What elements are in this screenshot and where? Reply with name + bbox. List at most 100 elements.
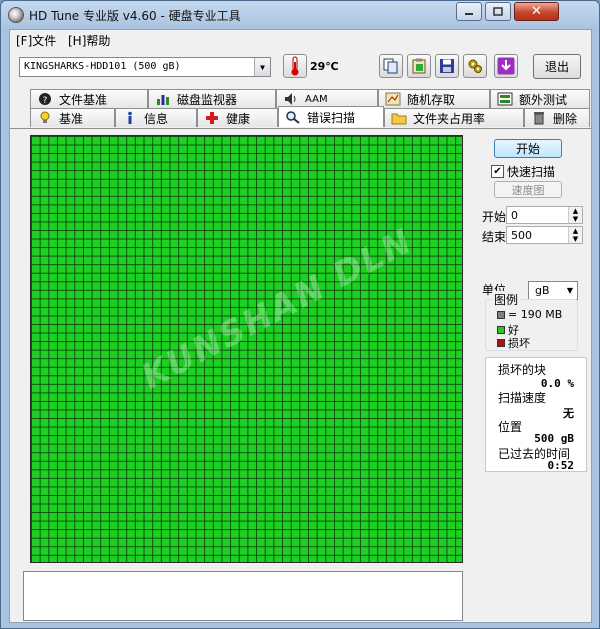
tab-label: 删除: [553, 111, 578, 126]
client-area: [F]文件 [H]帮助 KINGSHARKS-HDD101 (500 gB) ▼…: [9, 29, 592, 623]
tab-label: 文件基准: [59, 92, 108, 107]
hdtune-logo-icon: [8, 7, 24, 23]
download-arrow-icon: [497, 57, 515, 75]
spin-arrows-icon[interactable]: ▲ ▼: [568, 227, 582, 243]
start-input[interactable]: 0 ▲ ▼: [506, 206, 583, 224]
tab-benchmark[interactable]: 基准: [30, 108, 115, 127]
file-benchmark-icon: ?: [39, 93, 51, 106]
menu-file[interactable]: [F]文件: [16, 32, 56, 49]
scan-log-box[interactable]: [23, 571, 463, 621]
window-title: HD Tune 专业版 v4.60 - 硬盘专业工具: [29, 9, 241, 23]
watermark-text: KUNSHAN DLN: [135, 220, 420, 398]
quick-scan-option[interactable]: ✔ 快速扫描: [491, 163, 555, 180]
elapsed-time-value: 0:52: [547, 459, 575, 472]
close-icon: ✕: [531, 4, 542, 19]
chevron-down-icon[interactable]: ▼: [563, 282, 577, 299]
tab-error-scan[interactable]: 错误扫描: [278, 106, 384, 127]
scan-stats-box: 损坏的块 0.0 % 扫描速度 无 位置 500 gB 已过去的时间 0:52: [485, 357, 587, 472]
legend-block-size: = 190 MB: [497, 308, 562, 321]
chevron-down-icon[interactable]: ▼: [254, 58, 270, 76]
spin-arrows-icon[interactable]: ▲ ▼: [568, 207, 582, 223]
copy-icon: [383, 58, 398, 74]
bar-chart-icon: [157, 95, 169, 105]
position-label: 位置: [498, 420, 523, 434]
scan-speed-value: 无: [563, 407, 574, 420]
temperature-button[interactable]: [283, 54, 307, 78]
floppy-disk-icon: [440, 59, 454, 73]
quick-scan-checkbox[interactable]: ✔: [491, 165, 504, 178]
options-button[interactable]: [463, 54, 487, 78]
tab-label: 文件夹占用率: [413, 111, 486, 126]
tab-label: 额外测试: [519, 92, 568, 107]
info-icon: [128, 111, 132, 124]
menu-bar: [F]文件 [H]帮助: [10, 30, 591, 49]
tab-health[interactable]: 健康: [197, 108, 278, 127]
random-access-icon: [385, 92, 401, 106]
end-label: 结束: [482, 230, 507, 244]
tab-info[interactable]: 信息: [115, 108, 197, 127]
menu-help[interactable]: [H]帮助: [68, 32, 110, 49]
damaged-blocks-label: 损坏的块: [498, 363, 547, 377]
download-button[interactable]: [494, 54, 518, 78]
trash-bin-icon: [534, 112, 544, 125]
red-swatch-icon: [497, 339, 505, 347]
tab-label: 随机存取: [407, 92, 456, 107]
position-value: 500 gB: [534, 432, 574, 445]
tab-strip: ? 文件基准 磁盘监视器 AAM 随机存取 额外测试 基准 信息 健康 错误扫描…: [10, 88, 591, 128]
gray-swatch-icon: [497, 310, 505, 319]
unit-select-value: gB: [535, 284, 550, 297]
tab-label: 基准: [59, 111, 84, 126]
clipboard-icon: [412, 58, 426, 74]
drive-select-value: KINGSHARKS-HDD101 (500 gB): [24, 61, 181, 72]
tab-disk-monitor[interactable]: 磁盘监视器: [148, 89, 276, 108]
quick-scan-label: 快速扫描: [507, 165, 556, 179]
error-scan-panel: KUNSHAN DLN 开始 ✔ 快速扫描 速度图 开始 0 ▲ ▼ 结束 500…: [10, 128, 591, 622]
start-label: 开始: [482, 210, 507, 224]
tab-random-access[interactable]: 随机存取: [378, 89, 490, 108]
temperature-value: 29℃: [310, 60, 339, 73]
health-cross-icon: [206, 112, 218, 124]
tab-label: 健康: [226, 111, 251, 126]
unit-select[interactable]: gB ▼: [528, 281, 578, 300]
minimize-button[interactable]: [456, 2, 482, 21]
green-swatch-icon: [497, 326, 505, 334]
end-input-value: 500: [511, 229, 532, 242]
start-scan-button[interactable]: 开始: [494, 139, 562, 158]
title-bar[interactable]: HD Tune 专业版 v4.60 - 硬盘专业工具 ✕: [1, 1, 599, 29]
tab-erase[interactable]: 删除: [524, 108, 590, 127]
speed-map-button[interactable]: 速度图: [494, 181, 562, 198]
thermometer-icon: [291, 56, 299, 76]
exit-button[interactable]: 退出: [533, 54, 581, 79]
minimize-icon: [465, 12, 473, 15]
start-input-value: 0: [511, 209, 518, 222]
speaker-icon: [285, 93, 296, 105]
tab-label: AAM: [305, 93, 328, 105]
save-button[interactable]: [435, 54, 459, 78]
close-button[interactable]: ✕: [514, 2, 559, 21]
svg-text:?: ?: [43, 96, 48, 106]
legend-box: 图例 = 190 MB 好 损坏: [485, 291, 578, 351]
tab-label: 磁盘监视器: [177, 92, 238, 107]
legend-bad: 损坏: [497, 335, 530, 351]
app-window: HD Tune 专业版 v4.60 - 硬盘专业工具 ✕ [F]文件 [H]帮助…: [0, 0, 600, 629]
legend-title: 图例: [492, 291, 521, 308]
drive-select[interactable]: KINGSHARKS-HDD101 (500 gB) ▼: [19, 57, 271, 77]
tab-label: 信息: [144, 111, 169, 126]
magnifier-icon: [286, 111, 300, 124]
legend-bad-text: 损坏: [508, 337, 530, 350]
copy-text-button[interactable]: [379, 54, 403, 78]
tab-file-benchmark[interactable]: ? 文件基准: [30, 89, 148, 108]
maximize-icon: [493, 6, 503, 16]
lightbulb-icon: [40, 111, 50, 123]
legend-block-size-text: = 190 MB: [508, 308, 563, 321]
maximize-button[interactable]: [485, 2, 511, 21]
tab-extra-tests[interactable]: 额外测试: [490, 89, 590, 108]
scan-speed-label: 扫描速度: [498, 391, 547, 405]
scan-block-grid: KUNSHAN DLN: [30, 135, 463, 563]
folder-icon: [391, 113, 407, 125]
end-input[interactable]: 500 ▲ ▼: [506, 226, 583, 244]
tab-folder-usage[interactable]: 文件夹占用率: [384, 108, 524, 127]
copy-screenshot-button[interactable]: [407, 54, 431, 78]
extra-tests-icon: [497, 92, 513, 106]
tab-label: 错误扫描: [307, 110, 356, 125]
